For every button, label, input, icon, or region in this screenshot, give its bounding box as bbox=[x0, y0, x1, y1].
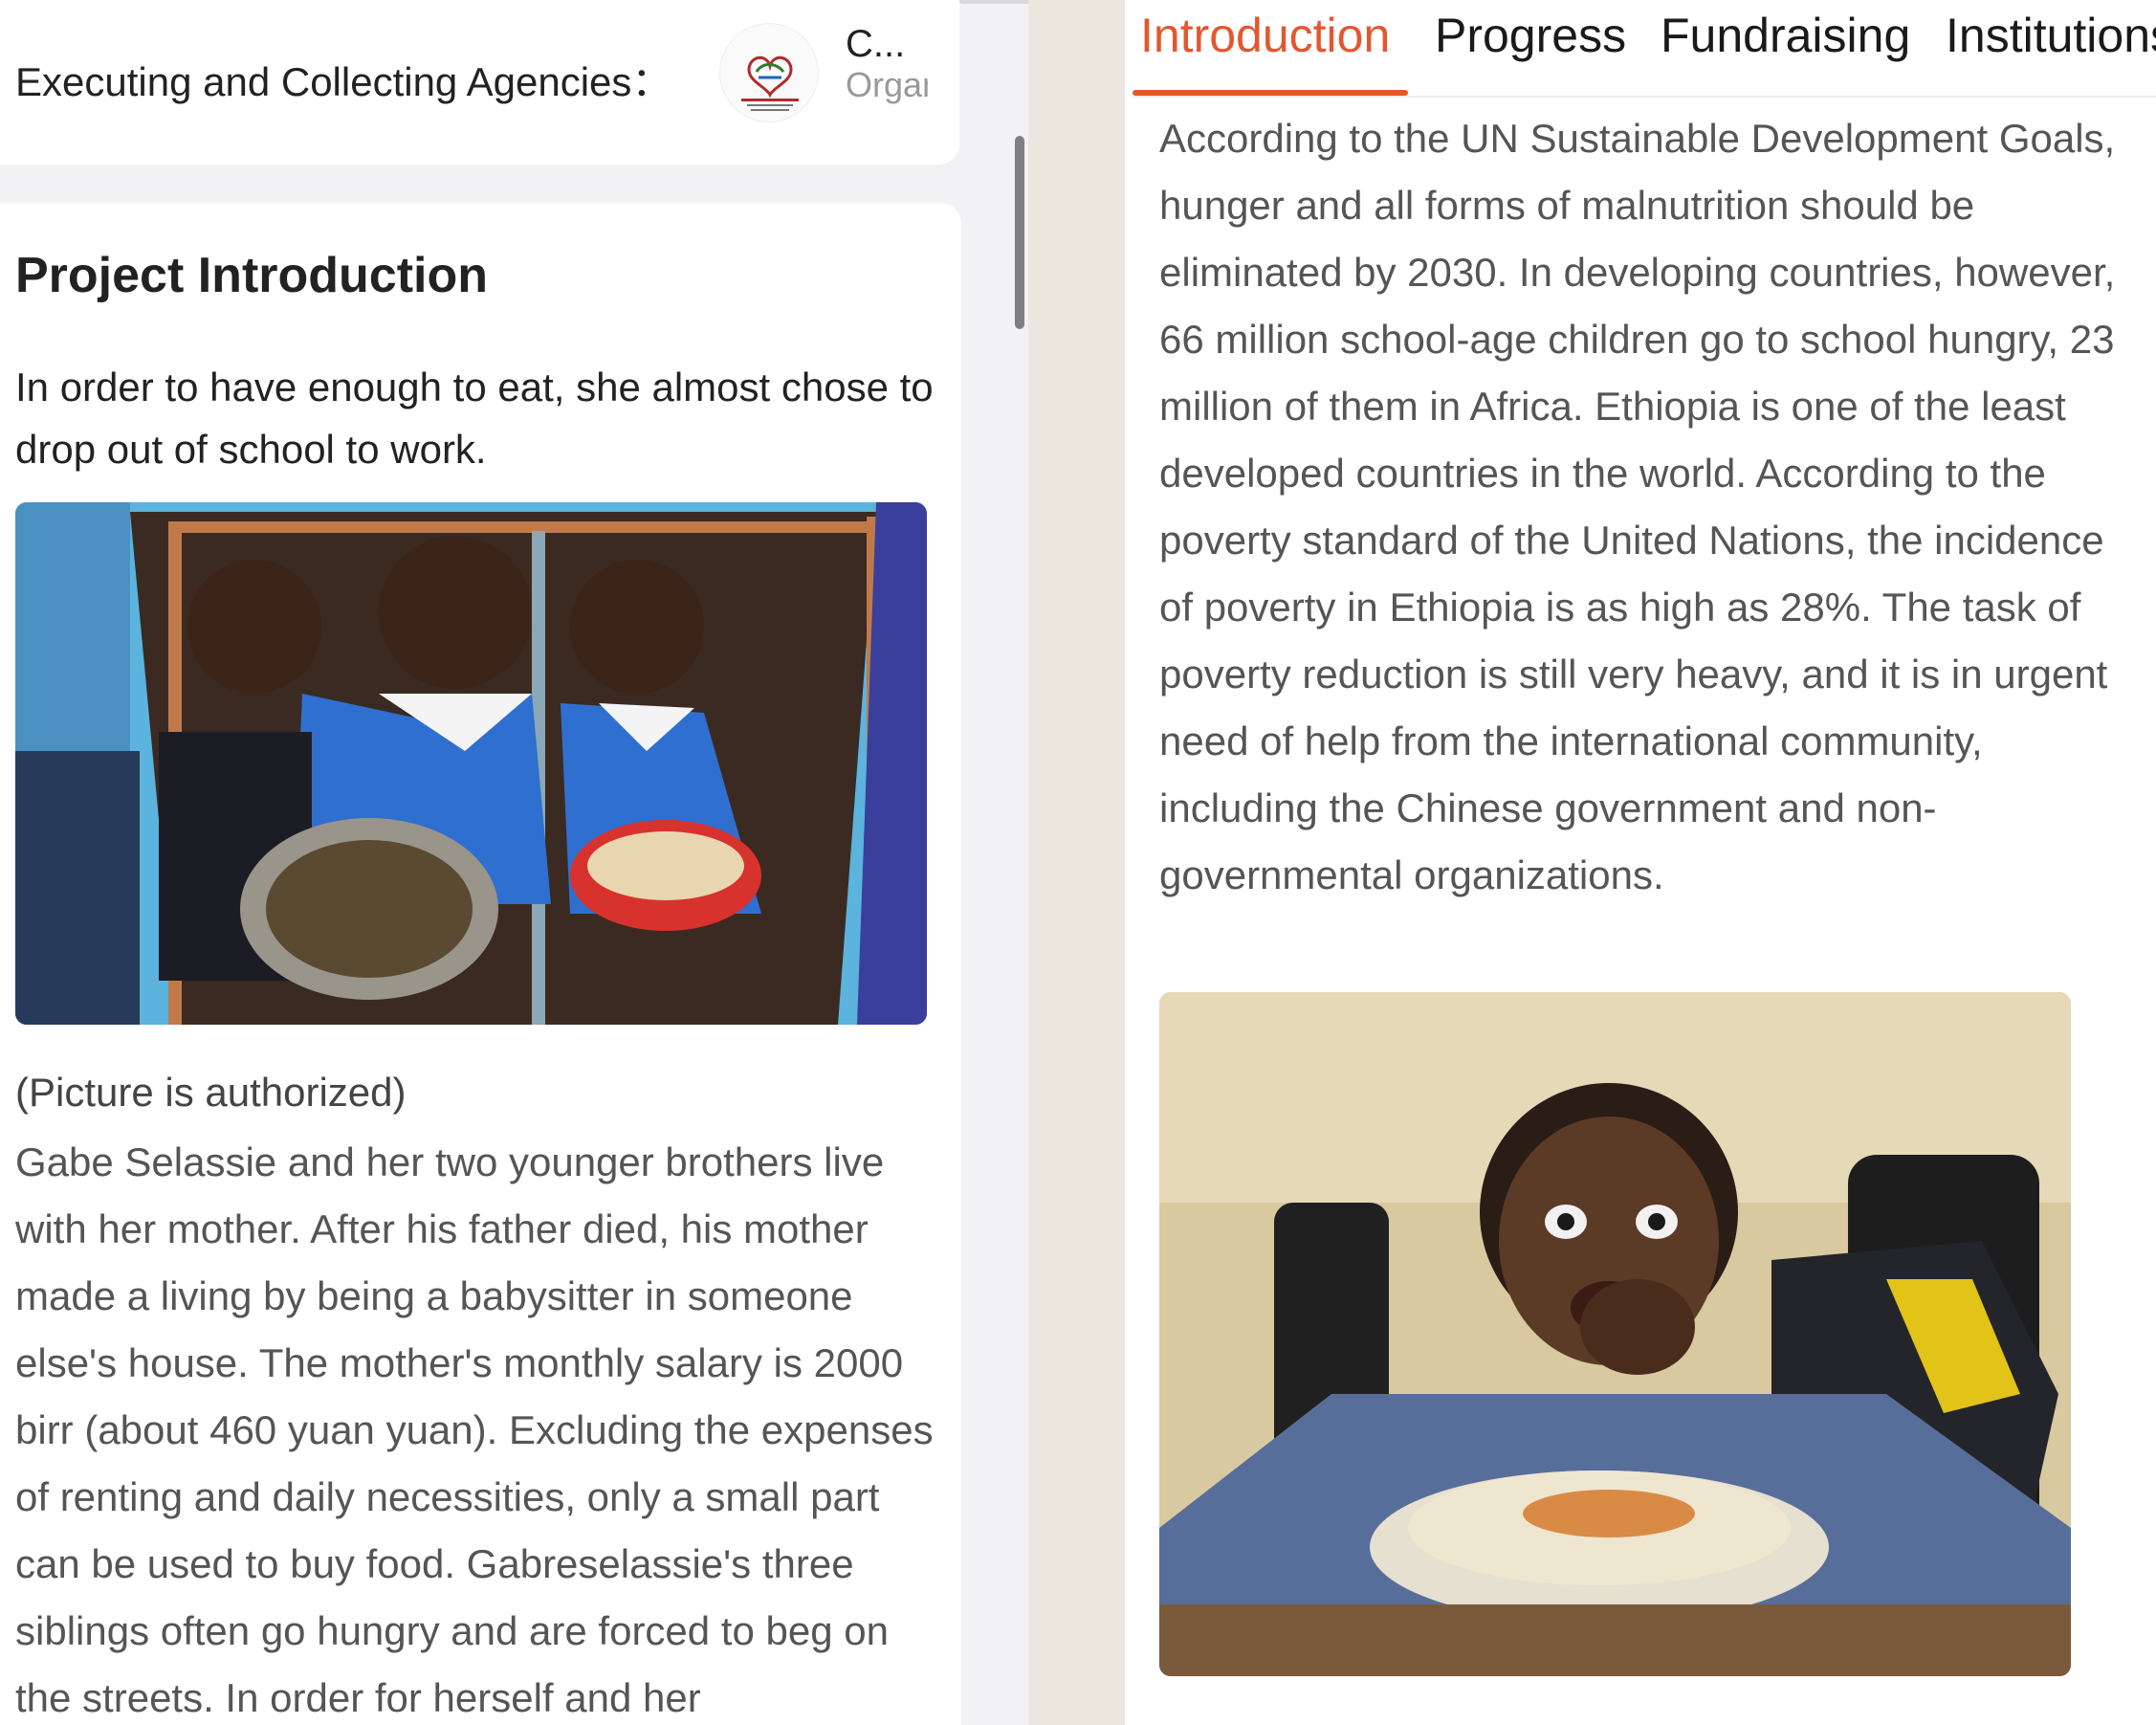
agency-label: Executing and Collecting Agencies： bbox=[15, 59, 672, 104]
boy-eating-photo bbox=[1159, 992, 2071, 1676]
lead-text: In order to have enough to eat, she almo… bbox=[15, 365, 934, 472]
introduction-text: According to the UN Sustainable Developm… bbox=[1159, 116, 2116, 897]
tab-bar: Introduction Progress Fundraising Instit… bbox=[1133, 0, 2156, 98]
tab-institutions[interactable]: Institutions bbox=[1946, 8, 2156, 63]
tab-fundraising[interactable]: Fundraising bbox=[1661, 8, 1910, 63]
foundation-logo-icon[interactable] bbox=[719, 23, 819, 122]
children-window-photo bbox=[15, 502, 927, 1025]
top-edge-shadow bbox=[957, 0, 1028, 4]
active-tab-indicator bbox=[1133, 90, 1408, 96]
tab-introduction[interactable]: Introduction bbox=[1140, 8, 1390, 63]
story-text: Gabe Selassie and her two younger brothe… bbox=[15, 1139, 934, 1720]
agency-card: Executing and Collecting Agencies： C... … bbox=[0, 0, 959, 165]
section-title: Project Introduction bbox=[15, 248, 488, 303]
photo-caption: (Picture is authorized) bbox=[15, 1070, 407, 1115]
right-panel: Introduction Progress Fundraising Instit… bbox=[1125, 0, 2156, 1725]
split-divider bbox=[1028, 0, 1125, 1725]
agency-name[interactable]: C... bbox=[846, 23, 905, 66]
left-panel: Executing and Collecting Agencies： C... … bbox=[0, 0, 1028, 1725]
scrollbar-thumb[interactable] bbox=[1015, 136, 1024, 329]
agency-name-sub: Organizing bbox=[846, 65, 928, 104]
tab-progress[interactable]: Progress bbox=[1435, 8, 1626, 63]
